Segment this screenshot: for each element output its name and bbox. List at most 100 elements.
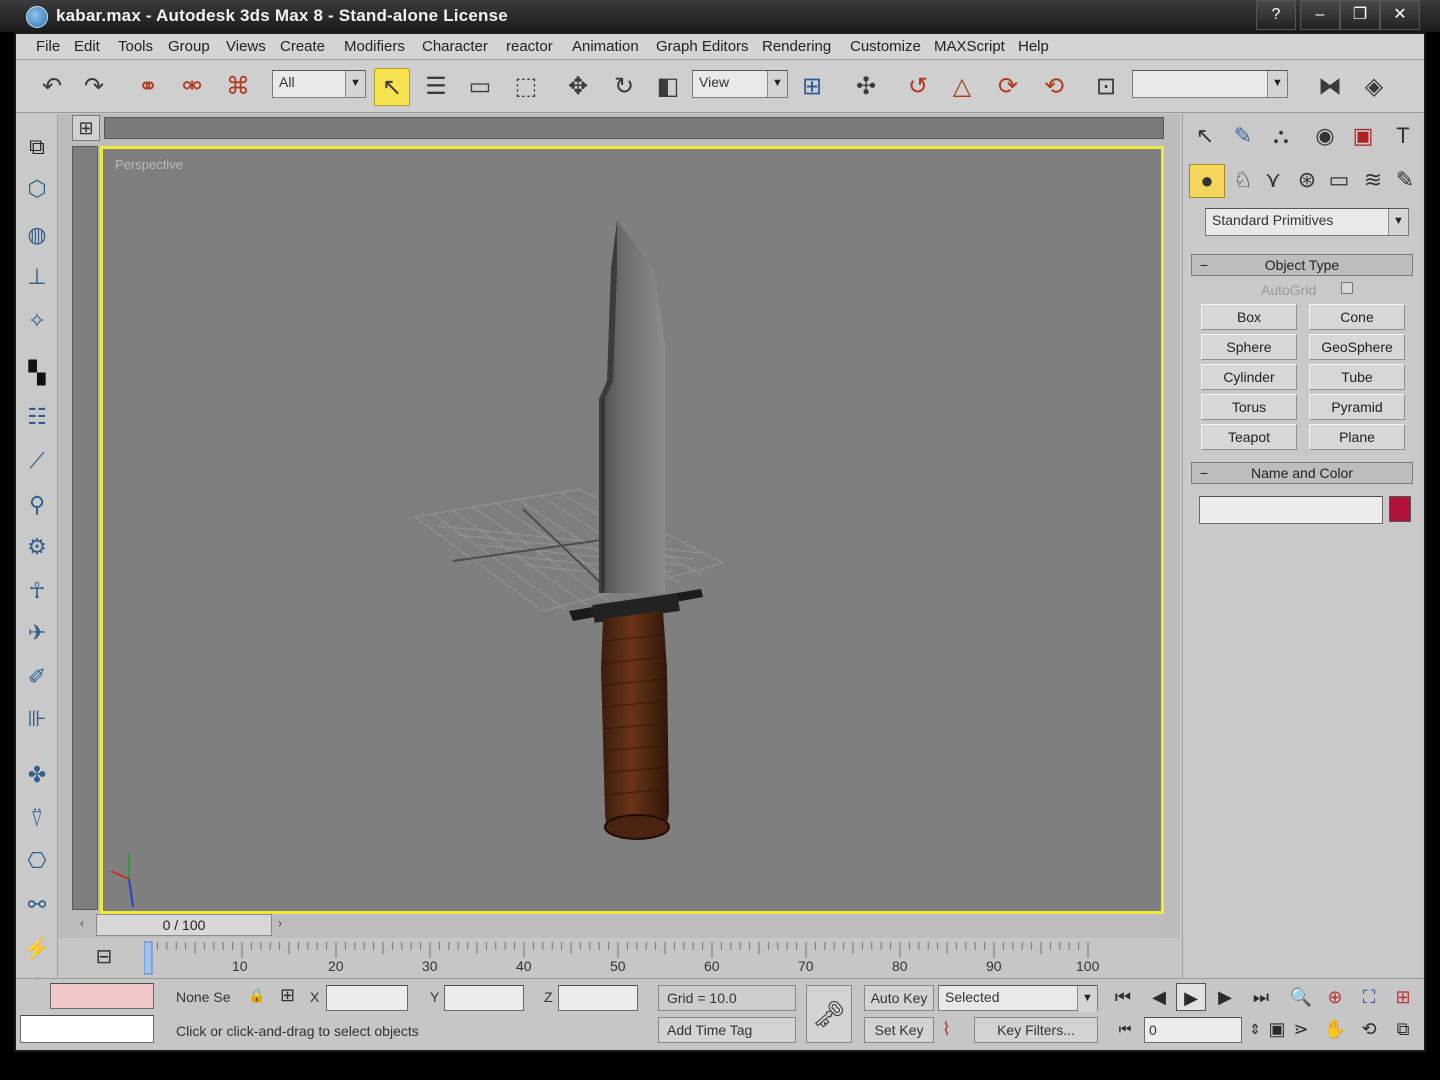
play-icon[interactable]: ▶ [1176, 983, 1206, 1011]
gear-icon[interactable]: ⚙ [20, 530, 54, 564]
mini-curve-editor-icon[interactable]: ⊟ [88, 944, 120, 972]
menu-maxscript[interactable]: MAXScript [934, 38, 1005, 55]
space-warps-icon[interactable]: ≋ [1355, 164, 1391, 198]
y-coordinate-field[interactable] [444, 985, 524, 1011]
category-dropdown[interactable]: Standard Primitives ▼ [1205, 208, 1409, 236]
name-and-color-rollout[interactable]: − Name and Color [1191, 462, 1413, 484]
z-coordinate-field[interactable] [558, 985, 638, 1011]
key-filters-button[interactable]: Key Filters... [974, 1017, 1098, 1043]
undo-icon[interactable]: ↶ [34, 68, 70, 106]
geosphere-button[interactable]: GeoSphere [1309, 334, 1405, 360]
pan-icon[interactable]: ✋ [1320, 1015, 1350, 1043]
menu-animation[interactable]: Animation [572, 38, 639, 55]
menu-character[interactable]: Character [422, 38, 488, 55]
help-button[interactable]: ? [1256, 0, 1296, 30]
menu-file[interactable]: File [36, 38, 60, 55]
menu-modifiers[interactable]: Modifiers [344, 38, 405, 55]
window-crossing-icon[interactable]: ⬚ [508, 68, 544, 106]
reactor-rope-icon[interactable]: ⎔ [20, 844, 54, 878]
absolute-mode-icon[interactable]: ⊞ [280, 985, 295, 1006]
select-by-name-icon[interactable]: ☰ [418, 68, 454, 106]
cone-button[interactable]: Cone [1309, 304, 1405, 330]
bone-tools-icon[interactable]: ⟋ [20, 444, 54, 478]
select-and-move-icon[interactable]: ✥ [560, 68, 596, 106]
menu-reactor[interactable]: reactor [506, 38, 553, 55]
select-and-manipulate-icon[interactable]: ✣ [848, 68, 884, 106]
redo-icon[interactable]: ↷ [76, 68, 112, 106]
zoom-extents-icon[interactable]: ⛶ [1354, 983, 1384, 1011]
quick-render-icon[interactable]: ☷ [20, 400, 54, 434]
hierarchy-tab-icon[interactable]: ⛬ [1263, 120, 1299, 154]
render-scene-icon[interactable]: ▚ [20, 356, 54, 390]
utilities-tab-icon[interactable]: T [1385, 120, 1421, 154]
next-frame-icon[interactable]: ▶ [1210, 983, 1240, 1011]
reactor-preview-icon[interactable]: ⚡ [20, 932, 54, 966]
time-slider-thumb[interactable]: 0 / 100 [96, 914, 272, 936]
autogrid-checkbox[interactable] [1341, 282, 1353, 294]
box-button[interactable]: Box [1201, 304, 1297, 330]
field-of-view-icon[interactable]: ⋗ [1286, 1015, 1316, 1043]
rectangular-selection-region-icon[interactable]: ▭ [462, 68, 498, 106]
menu-create[interactable]: Create [280, 38, 325, 55]
unlink-selection-icon[interactable]: ⚮ [174, 68, 210, 106]
plane-button[interactable]: Plane [1309, 424, 1405, 450]
reference-coordinate-dropdown[interactable]: View ▼ [692, 70, 788, 98]
menu-tools[interactable]: Tools [118, 38, 153, 55]
perspective-viewport[interactable]: Perspective [100, 146, 1164, 914]
particles-icon[interactable]: ✐ [20, 660, 54, 694]
lights-icon[interactable]: ⋎ [1255, 164, 1291, 198]
maximize-viewport-icon[interactable]: ⧉ [1388, 1015, 1418, 1043]
go-to-start-icon[interactable]: ⏮ [1108, 983, 1138, 1011]
minimize-button[interactable]: – [1300, 0, 1340, 30]
set-key-icon[interactable]: 🗝 [806, 985, 852, 1043]
menu-graph-editors[interactable]: Graph Editors [656, 38, 749, 55]
display-tab-icon[interactable]: ▣ [1345, 120, 1381, 154]
select-and-rotate-icon[interactable]: ↻ [606, 68, 642, 106]
menu-rendering[interactable]: Rendering [762, 38, 831, 55]
zoom-icon[interactable]: 🔍 [1286, 983, 1316, 1011]
object-color-swatch[interactable] [1389, 496, 1411, 522]
align-icon[interactable]: ◈ [1356, 68, 1392, 106]
create-tab-icon[interactable]: ↖ [1187, 120, 1223, 154]
menu-help[interactable]: Help [1018, 38, 1049, 55]
current-frame-field[interactable]: 0 [1144, 1017, 1242, 1043]
key-mode-dropdown[interactable]: Selected ▼ [938, 985, 1098, 1012]
sphere-button[interactable]: Sphere [1201, 334, 1297, 360]
select-and-link-icon[interactable]: ⚭ [130, 68, 166, 106]
3dsmax-app-icon[interactable] [26, 6, 48, 28]
menu-views[interactable]: Views [226, 38, 266, 55]
maxscript-listener-mini[interactable] [50, 983, 154, 1009]
key-mode-toggle-icon[interactable]: ⏮ [1110, 1015, 1140, 1043]
percent-snap-toggle-icon[interactable]: ⟳ [990, 68, 1026, 106]
material-editor-icon[interactable]: ✧ [20, 304, 54, 338]
pyramid-button[interactable]: Pyramid [1309, 394, 1405, 420]
angle-snap-toggle-icon[interactable]: △ [944, 68, 980, 106]
helpers-icon[interactable]: ▭ [1321, 164, 1357, 198]
track-ruler[interactable]: 10 20 30 40 50 60 70 80 90 100 [143, 940, 1104, 976]
close-button[interactable]: ✕ [1380, 0, 1420, 30]
knife-handle[interactable] [601, 611, 670, 840]
time-slider[interactable]: ‹ 0 / 100 › [78, 914, 1164, 938]
tube-button[interactable]: Tube [1309, 364, 1405, 390]
extras-icon[interactable]: ⬡ [20, 172, 54, 206]
motion-tab-icon[interactable]: ◉ [1307, 120, 1343, 154]
selection-filter-dropdown[interactable]: All ▼ [272, 70, 366, 98]
auto-key-button[interactable]: Auto Key [864, 985, 934, 1011]
reactor-cloth-icon[interactable]: ⍢ [20, 802, 54, 836]
menu-customize[interactable]: Customize [850, 38, 921, 55]
dynamics-icon[interactable]: ⊪ [20, 702, 54, 736]
arc-rotate-icon[interactable]: ⟲ [1354, 1015, 1384, 1043]
restore-button[interactable]: ❐ [1340, 0, 1380, 30]
x-coordinate-field[interactable] [326, 985, 408, 1011]
cameras-icon[interactable]: ✈ [20, 616, 54, 650]
viewport-left-scrollbar[interactable] [72, 146, 98, 910]
zoom-all-icon[interactable]: ⊕ [1320, 983, 1350, 1011]
cylinder-button[interactable]: Cylinder [1201, 364, 1297, 390]
viewport-menu-icon[interactable]: ⊞ [72, 115, 100, 141]
spinner-snap-toggle-icon[interactable]: ⟲ [1036, 68, 1072, 106]
helpers-icon[interactable]: ☥ [20, 574, 54, 608]
menu-group[interactable]: Group [168, 38, 210, 55]
named-selection-sets-dropdown[interactable]: ▼ [1132, 70, 1288, 98]
edit-named-selection-icon[interactable]: ⊡ [1088, 68, 1124, 106]
mirror-icon[interactable]: ⧓ [1312, 68, 1348, 106]
